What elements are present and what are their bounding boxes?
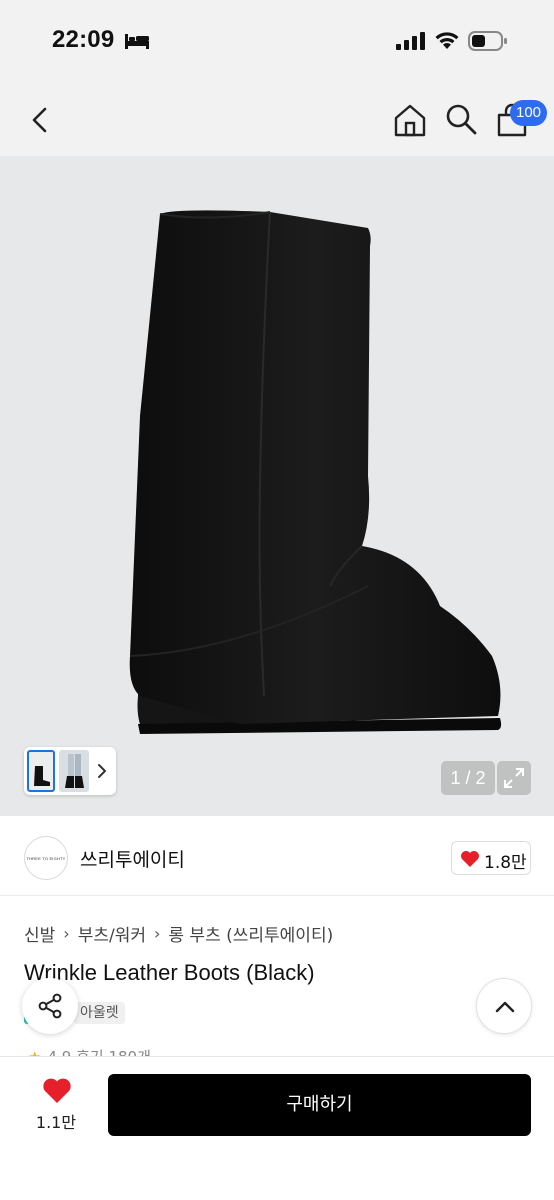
chevron-right-icon[interactable] <box>95 760 109 782</box>
brand-row[interactable]: THREE TO EIGHTY 쓰리투에이티 1.8만 <box>0 816 554 896</box>
boot-thumbnail-icon <box>34 766 50 786</box>
wish-count: 1.1만 <box>35 1113 77 1132</box>
bed-icon <box>125 34 149 49</box>
expand-icon <box>504 768 524 788</box>
brand-like-button[interactable]: 1.8만 <box>451 841 531 875</box>
battery-icon <box>468 31 507 51</box>
status-time: 22:09 <box>52 26 115 53</box>
outlet-tag: 아울렛 <box>74 1002 125 1024</box>
chevron-right-icon: › <box>63 923 70 943</box>
breadcrumb-item[interactable]: 롱 부츠 (쓰리투에이티) <box>168 921 333 946</box>
search-icon[interactable] <box>444 102 478 136</box>
thumbnail-1[interactable] <box>27 750 55 792</box>
signal-icon <box>396 32 425 50</box>
bottom-action-bar: 1.1만 구매하기 <box>0 1056 554 1200</box>
wifi-icon <box>435 32 459 49</box>
chevron-right-icon: › <box>153 923 161 943</box>
brand-like-count: 1.8만 <box>484 853 527 873</box>
thumbnail-2[interactable] <box>59 750 89 792</box>
home-icon[interactable] <box>392 102 428 138</box>
model-thumbnail-icon <box>65 754 84 788</box>
heart-icon[interactable] <box>42 1077 72 1105</box>
buy-button[interactable]: 구매하기 <box>108 1074 531 1136</box>
product-image[interactable] <box>0 156 554 816</box>
rating-row[interactable]: ★ 4.9 후기 180개 <box>28 1046 151 1056</box>
star-icon: ★ <box>28 1048 41 1056</box>
brand-logo[interactable]: THREE TO EIGHTY <box>24 836 68 880</box>
breadcrumb: 신발 › 부츠/워커 › 롱 부츠 (쓰리투에이티) <box>24 921 333 946</box>
thumbnail-strip[interactable] <box>24 747 116 795</box>
breadcrumb-item[interactable]: 부츠/워커 <box>78 921 146 946</box>
page-counter: 1 / 2 <box>441 761 495 795</box>
brand-name[interactable]: 쓰리투에이티 <box>80 845 185 872</box>
expand-button[interactable] <box>497 761 531 795</box>
breadcrumb-item[interactable]: 신발 <box>24 921 55 946</box>
share-icon <box>38 993 62 1019</box>
product-title: Wrinkle Leather Boots (Black) <box>24 960 315 985</box>
scroll-top-button[interactable] <box>476 978 532 1034</box>
back-icon[interactable] <box>26 104 54 136</box>
heart-icon <box>461 851 479 867</box>
status-bar: 22:09 <box>0 0 554 84</box>
nav-bar <box>0 84 554 156</box>
boot-image <box>129 210 502 734</box>
cart-badge: 100 <box>510 100 548 126</box>
rating-text: 4.9 후기 180개 <box>47 1048 150 1056</box>
chevron-up-icon <box>495 1001 515 1013</box>
share-button[interactable] <box>22 978 78 1034</box>
